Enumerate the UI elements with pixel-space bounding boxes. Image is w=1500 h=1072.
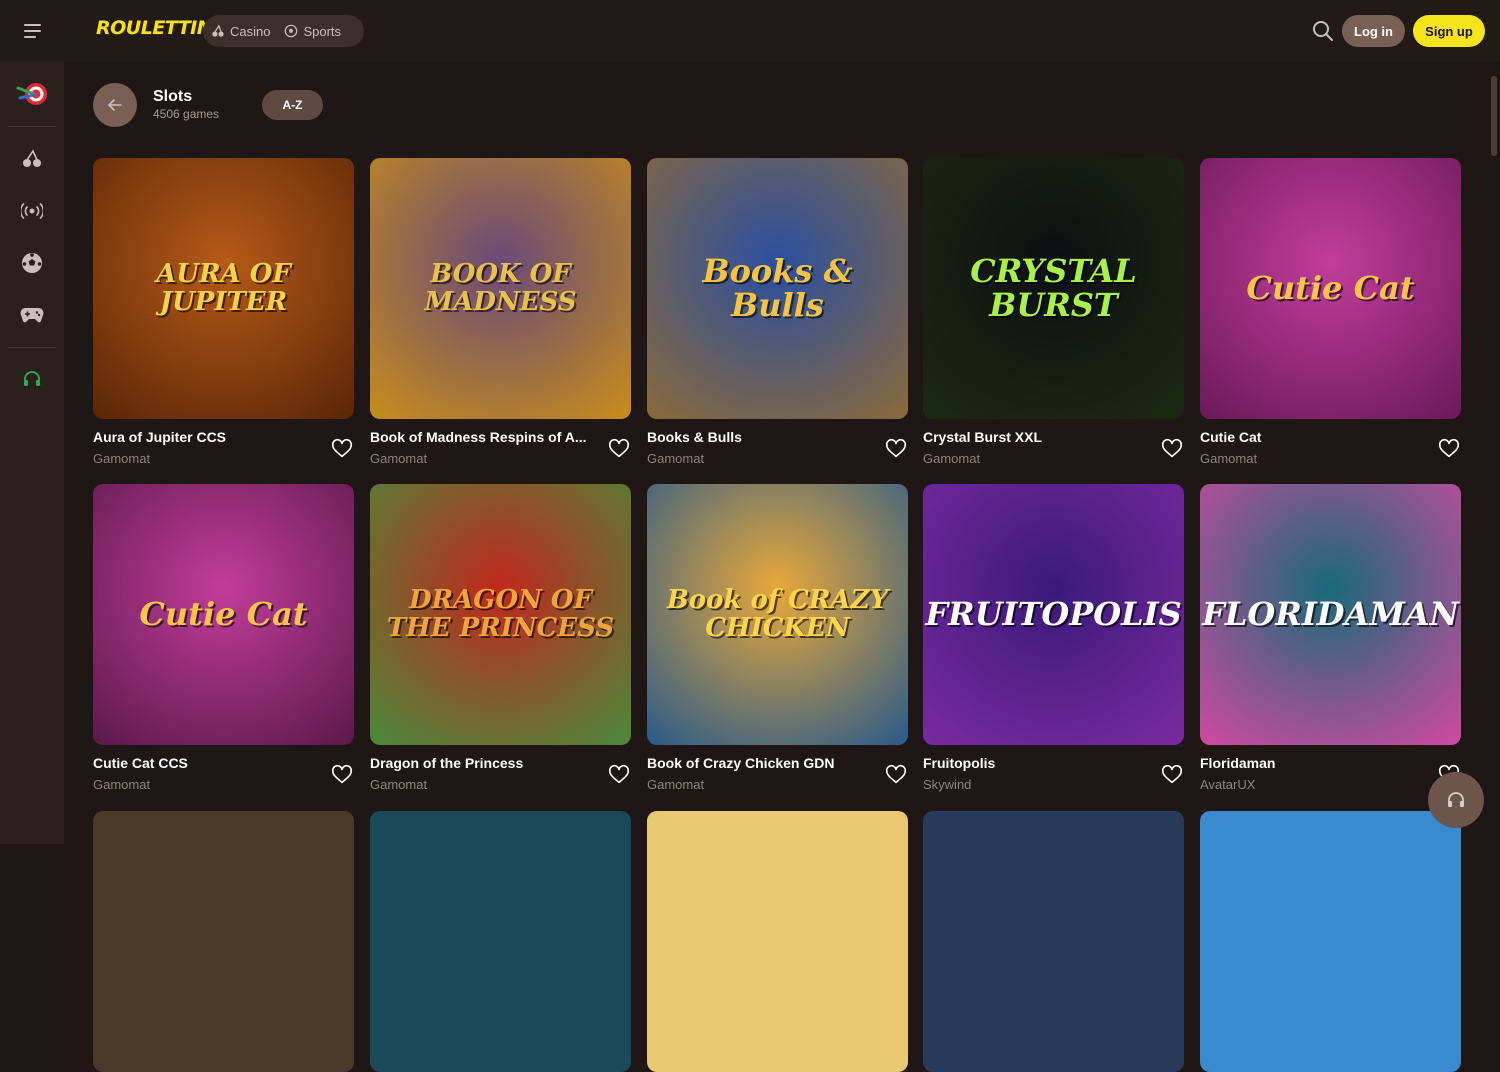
game-artwork-title: FRUITOPOLIS — [925, 594, 1182, 633]
nav-sports[interactable]: Sports — [284, 24, 341, 39]
game-tile[interactable]: DRAGON OF THE PRINCESS — [370, 484, 631, 745]
sidebar-divider — [8, 347, 56, 348]
game-artwork-title: FLORIDAMAN — [1202, 594, 1459, 633]
gamepad-icon[interactable] — [14, 297, 50, 333]
search-icon[interactable] — [1311, 19, 1335, 43]
game-provider: Gamomat — [93, 451, 151, 466]
game-name[interactable]: Book of Madness Respins of A... — [370, 429, 600, 445]
scrollbar-thumb[interactable] — [1491, 76, 1497, 156]
game-tile[interactable]: BOOK OF MADNESS — [370, 158, 631, 419]
nav-casino-label: Casino — [230, 23, 271, 39]
game-tile[interactable] — [93, 811, 354, 1072]
game-tile[interactable]: FLORIDAMAN — [1200, 484, 1461, 745]
favorite-heart-icon[interactable] — [1438, 438, 1460, 460]
game-name[interactable]: Floridaman — [1200, 755, 1430, 771]
game-name[interactable]: Dragon of the Princess — [370, 755, 600, 771]
game-artwork-title: Cutie Cat — [139, 594, 308, 633]
game-artwork-title: CRYSTAL BURST — [970, 251, 1137, 324]
game-name[interactable]: Aura of Jupiter CCS — [93, 429, 323, 445]
game-artwork-title: Book of CRAZY CHICKEN — [666, 585, 889, 643]
game-provider: Gamomat — [370, 777, 428, 792]
favorite-heart-icon[interactable] — [1161, 438, 1183, 460]
game-name[interactable]: Fruitopolis — [923, 755, 1153, 771]
game-artwork-title: AURA OF JUPITER — [156, 259, 291, 317]
game-provider: AvatarUX — [1200, 777, 1256, 792]
game-name[interactable]: Cutie Cat — [1200, 429, 1430, 445]
game-provider: Gamomat — [1200, 451, 1258, 466]
hamburger-menu-icon[interactable] — [14, 16, 50, 46]
game-provider: Gamomat — [647, 777, 705, 792]
game-tile[interactable]: Books & Bulls — [647, 158, 908, 419]
cherry-icon[interactable] — [14, 141, 50, 177]
cherry-icon — [212, 24, 224, 37]
game-tile[interactable] — [647, 811, 908, 1072]
main-nav: Casino Sports — [203, 15, 364, 47]
nav-casino[interactable]: Casino — [211, 24, 270, 39]
sidebar-divider — [8, 126, 56, 127]
game-artwork-title: BOOK OF MADNESS — [424, 259, 577, 317]
headset-icon — [1448, 792, 1464, 807]
game-artwork-title: Cutie Cat — [1246, 268, 1415, 307]
game-name[interactable]: Crystal Burst XXL — [923, 429, 1153, 445]
sort-az-button[interactable]: A-Z — [262, 90, 323, 120]
game-provider: Gamomat — [370, 451, 428, 466]
game-tile[interactable]: CRYSTAL BURST — [923, 158, 1184, 419]
game-name[interactable]: Book of Crazy Chicken GDN — [647, 755, 877, 771]
favorite-heart-icon[interactable] — [885, 438, 907, 460]
signup-button[interactable]: Sign up — [1413, 15, 1485, 47]
login-button[interactable]: Log in — [1342, 15, 1405, 47]
game-tile[interactable]: FRUITOPOLIS — [923, 484, 1184, 745]
top-bar: ROULETTINO Casino Sports Log in Sign up — [0, 0, 1500, 62]
game-name[interactable]: Cutie Cat CCS — [93, 755, 323, 771]
support-chat-button[interactable] — [1428, 772, 1484, 828]
game-artwork-title: Books & Bulls — [702, 251, 853, 324]
favorite-heart-icon[interactable] — [608, 764, 630, 786]
game-tile[interactable] — [923, 811, 1184, 1072]
back-button[interactable] — [93, 83, 137, 127]
arrow-left-icon — [108, 99, 122, 111]
game-tile[interactable] — [370, 811, 631, 1072]
game-provider: Gamomat — [93, 777, 151, 792]
dart-target-icon[interactable] — [14, 76, 50, 112]
page-title: Slots — [153, 88, 193, 105]
favorite-heart-icon[interactable] — [608, 438, 630, 460]
live-broadcast-icon[interactable] — [14, 193, 50, 229]
game-artwork-title: DRAGON OF THE PRINCESS — [386, 585, 615, 643]
game-count: 4506 games — [153, 107, 220, 121]
favorite-heart-icon[interactable] — [331, 438, 353, 460]
game-tile[interactable]: Book of CRAZY CHICKEN — [647, 484, 908, 745]
game-tile[interactable]: Cutie Cat — [93, 484, 354, 745]
headset-icon[interactable] — [14, 361, 50, 397]
game-provider: Skywind — [923, 777, 972, 792]
nav-sports-label: Sports — [303, 23, 342, 39]
soccer-ball-icon — [285, 24, 298, 38]
favorite-heart-icon[interactable] — [1161, 764, 1183, 786]
soccer-ball-icon[interactable] — [14, 245, 50, 281]
game-tile[interactable]: AURA OF JUPITER — [93, 158, 354, 419]
game-tile[interactable]: Cutie Cat — [1200, 158, 1461, 419]
game-tile[interactable] — [1200, 811, 1461, 1072]
game-provider: Gamomat — [923, 451, 981, 466]
scrollbar[interactable] — [1488, 62, 1500, 844]
sidebar — [0, 62, 64, 844]
favorite-heart-icon[interactable] — [885, 764, 907, 786]
game-provider: Gamomat — [647, 451, 705, 466]
favorite-heart-icon[interactable] — [331, 764, 353, 786]
game-name[interactable]: Books & Bulls — [647, 429, 877, 445]
